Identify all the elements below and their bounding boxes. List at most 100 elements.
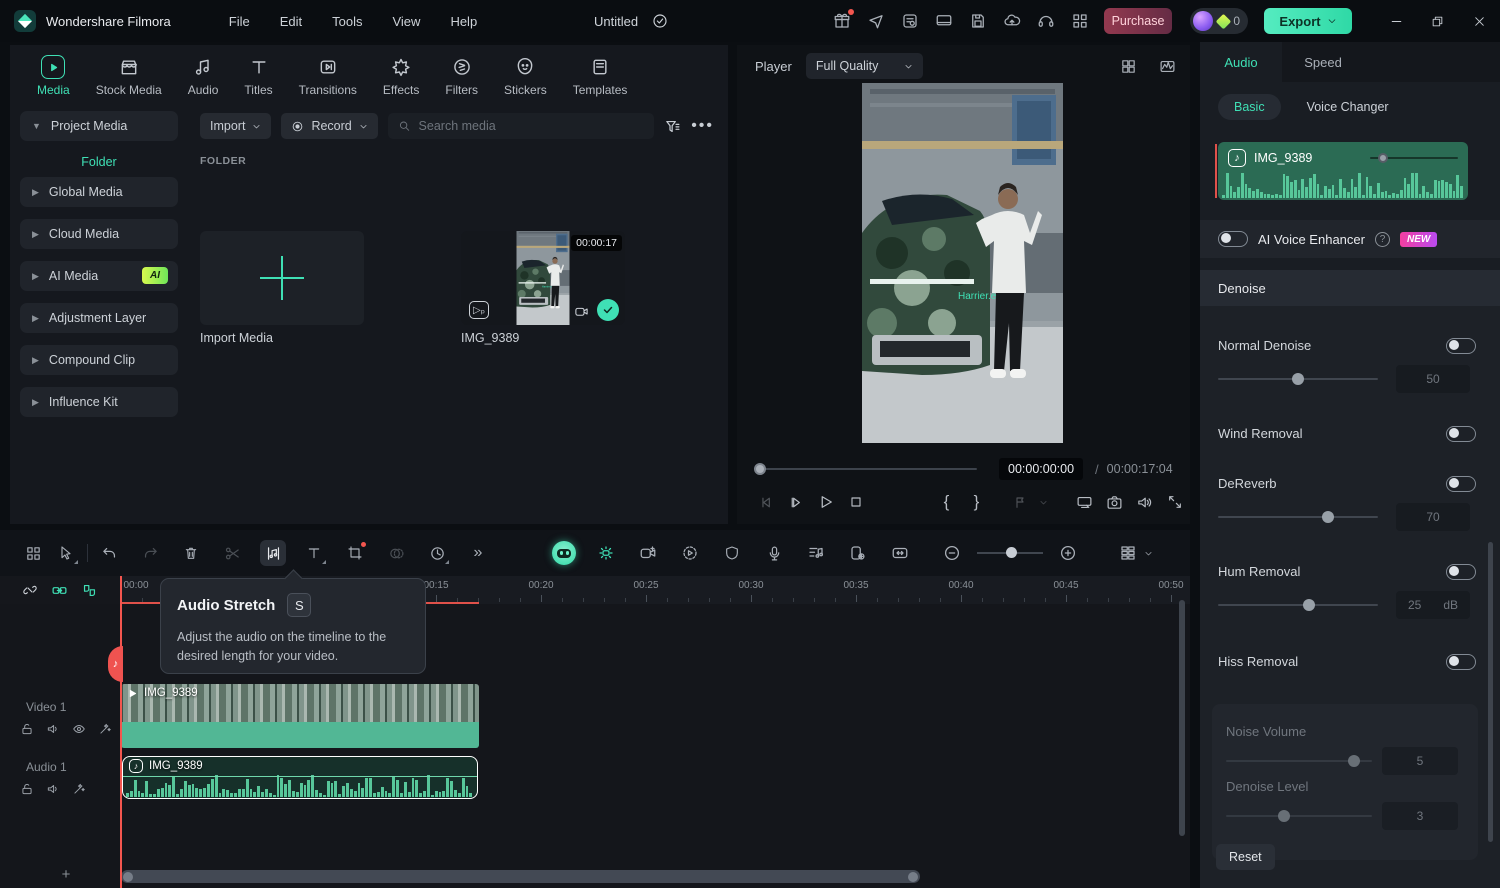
search-box[interactable] xyxy=(388,113,654,139)
copilot-icon[interactable] xyxy=(551,540,577,566)
menu-edit[interactable]: Edit xyxy=(280,14,302,29)
player-scrubber[interactable] xyxy=(755,468,977,470)
tab-stock-media[interactable]: Stock Media xyxy=(83,55,175,97)
avatar[interactable] xyxy=(1193,11,1213,31)
record-camera-icon[interactable] xyxy=(635,540,661,566)
menu-view[interactable]: View xyxy=(392,14,420,29)
zoom-out-icon[interactable] xyxy=(939,540,965,566)
dereverb-slider[interactable] xyxy=(1218,516,1378,518)
tab-stickers[interactable]: Stickers xyxy=(491,55,560,97)
slider-handle[interactable] xyxy=(1303,599,1315,611)
import-media-tile[interactable] xyxy=(200,231,364,325)
link-clips-icon[interactable] xyxy=(51,582,68,599)
snap-icon[interactable] xyxy=(81,582,98,599)
normal-denoise-toggle[interactable] xyxy=(1446,338,1476,354)
volume-button[interactable] xyxy=(1130,494,1160,511)
zoom-handle[interactable] xyxy=(1006,547,1017,558)
redo-icon[interactable] xyxy=(137,540,163,566)
tab-titles[interactable]: Titles xyxy=(231,55,285,97)
video-clip[interactable]: IMG_9389 xyxy=(121,684,479,748)
normal-denoise-value[interactable]: 50 xyxy=(1396,365,1470,393)
hum-removal-toggle[interactable] xyxy=(1446,564,1476,580)
noise-volume-value[interactable]: 5 xyxy=(1382,747,1458,775)
sidebar-item-global-media[interactable]: ▶Global Media xyxy=(20,177,178,207)
subtab-voice-changer[interactable]: Voice Changer xyxy=(1307,100,1389,114)
scopes-icon[interactable] xyxy=(1159,58,1176,75)
hiss-removal-toggle[interactable] xyxy=(1446,654,1476,670)
mirror-display-button[interactable] xyxy=(1070,494,1100,511)
workspace-grid-icon[interactable] xyxy=(1070,11,1090,31)
more-options-icon[interactable]: ••• xyxy=(691,117,714,135)
play-button[interactable] xyxy=(811,493,841,511)
clip-volume-handle[interactable] xyxy=(1378,153,1388,163)
denoise-level-slider[interactable] xyxy=(1226,815,1372,817)
menu-help[interactable]: Help xyxy=(450,14,477,29)
snapshot-button[interactable] xyxy=(1100,494,1130,511)
voiceover-mic-icon[interactable] xyxy=(761,540,787,566)
denoise-level-value[interactable]: 3 xyxy=(1382,802,1458,830)
lock-track-icon[interactable] xyxy=(20,722,34,736)
multiview-icon[interactable] xyxy=(1120,58,1137,75)
restore-button[interactable] xyxy=(1417,0,1457,42)
next-frame-button[interactable] xyxy=(781,494,811,511)
tab-effects[interactable]: Effects xyxy=(370,55,432,97)
undo-icon[interactable] xyxy=(96,540,122,566)
tab-audio-props[interactable]: Audio xyxy=(1200,42,1282,82)
record-button[interactable]: Record xyxy=(281,113,377,139)
reset-button[interactable]: Reset xyxy=(1216,844,1275,870)
menu-tools[interactable]: Tools xyxy=(332,14,362,29)
smart-cut-icon[interactable] xyxy=(593,540,619,566)
more-tools-icon[interactable]: » xyxy=(465,540,491,566)
audio-stretch-tool-icon[interactable] xyxy=(260,540,286,566)
export-button[interactable]: Export xyxy=(1264,8,1352,34)
search-input[interactable] xyxy=(419,119,645,133)
purchase-button[interactable]: Purchase xyxy=(1104,8,1172,34)
zoom-in-icon[interactable] xyxy=(1055,540,1081,566)
share-icon[interactable] xyxy=(866,11,886,31)
mark-out-button[interactable]: } xyxy=(961,492,991,512)
sidebar-item-folder[interactable]: Folder xyxy=(10,155,188,169)
wind-removal-toggle[interactable] xyxy=(1446,426,1476,442)
hum-removal-slider[interactable] xyxy=(1218,604,1378,606)
sidebar-item-ai-media[interactable]: ▶AI MediaAI xyxy=(20,261,178,291)
tab-transitions[interactable]: Transitions xyxy=(286,55,370,97)
screen-record-icon[interactable] xyxy=(677,540,703,566)
mute-track-icon[interactable] xyxy=(46,722,60,736)
quality-dropdown[interactable]: Full Quality xyxy=(806,53,924,79)
minimize-button[interactable] xyxy=(1376,0,1416,42)
gift-icon[interactable] xyxy=(832,11,852,31)
tab-speed-props[interactable]: Speed xyxy=(1282,42,1364,82)
auto-fit-icon[interactable] xyxy=(887,540,913,566)
sidebar-item-compound-clip[interactable]: ▶Compound Clip xyxy=(20,345,178,375)
mute-track-icon[interactable] xyxy=(46,782,60,796)
delete-icon[interactable] xyxy=(178,540,204,566)
subtab-basic[interactable]: Basic xyxy=(1218,94,1281,120)
device-icon[interactable] xyxy=(934,11,954,31)
denoise-section-header[interactable]: Denoise xyxy=(1200,270,1500,306)
lock-track-icon[interactable] xyxy=(20,782,34,796)
clip-volume-slider[interactable] xyxy=(1370,157,1458,159)
previous-frame-button[interactable] xyxy=(751,494,781,511)
cloud-upload-icon[interactable] xyxy=(1002,11,1022,31)
properties-scrollbar[interactable] xyxy=(1488,542,1493,842)
audio-clip-selected[interactable]: ♪IMG_9389 xyxy=(122,756,478,799)
track-magic-icon[interactable] xyxy=(98,722,112,736)
dereverb-toggle[interactable] xyxy=(1446,476,1476,492)
sidebar-item-influence-kit[interactable]: ▶Influence Kit xyxy=(20,387,178,417)
playhead[interactable] xyxy=(120,576,122,888)
split-scissors-icon[interactable] xyxy=(219,540,245,566)
filter-icon[interactable] xyxy=(664,118,681,135)
audio-stretch-marker[interactable]: ♪ xyxy=(108,646,123,682)
track-height-icon[interactable] xyxy=(1115,540,1141,566)
support-headset-icon[interactable] xyxy=(1036,11,1056,31)
tab-filters[interactable]: Filters xyxy=(432,55,491,97)
tab-media[interactable]: Media xyxy=(24,55,83,97)
sidebar-item-project-media[interactable]: ▼Project Media xyxy=(20,111,178,141)
sidebar-item-adjustment-layer[interactable]: ▶Adjustment Layer xyxy=(20,303,178,333)
import-button[interactable]: Import xyxy=(200,113,271,139)
mark-in-button[interactable]: { xyxy=(931,492,961,512)
unlink-icon[interactable] xyxy=(22,582,38,598)
speed-tool-icon[interactable] xyxy=(424,540,450,566)
track-magic-icon[interactable] xyxy=(72,782,86,796)
sidebar-item-cloud-media[interactable]: ▶Cloud Media xyxy=(20,219,178,249)
